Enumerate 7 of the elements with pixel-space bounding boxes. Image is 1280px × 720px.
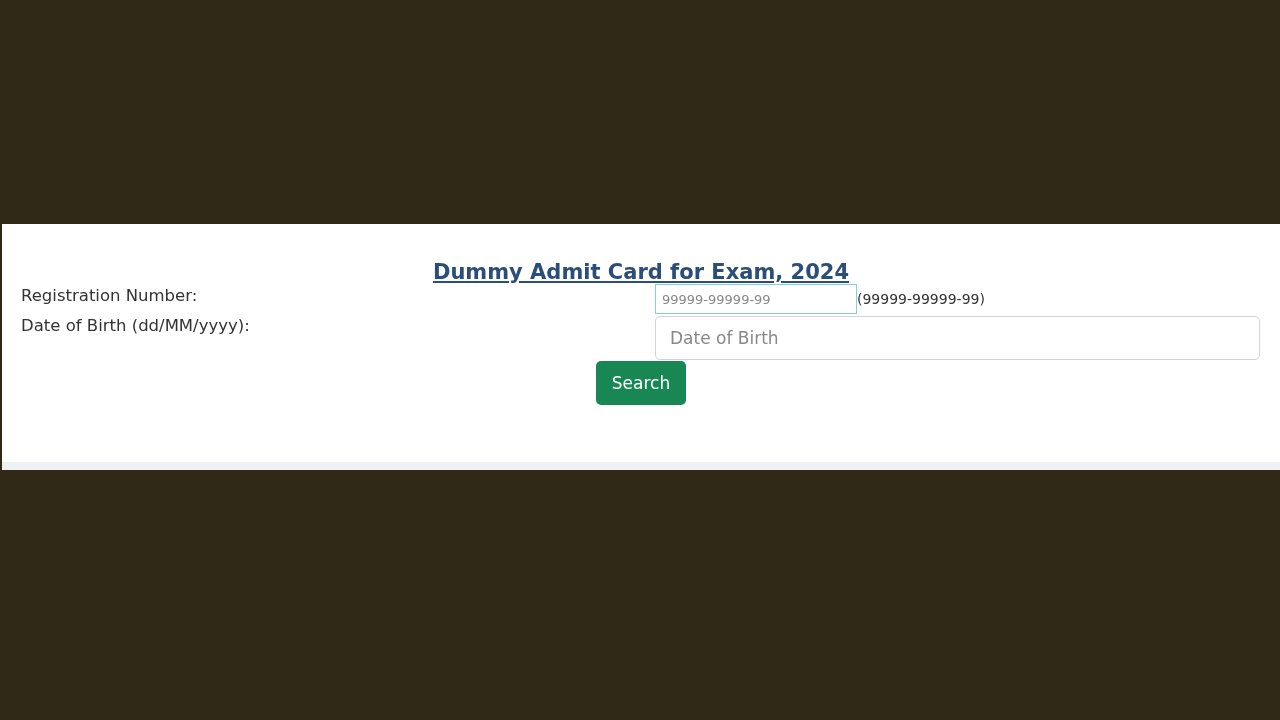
search-button[interactable]: Search	[596, 361, 686, 405]
date-of-birth-field[interactable]: Date of Birth	[655, 316, 1260, 360]
field-label: Date of Birth (dd/MM/yyyy):	[21, 315, 251, 337]
registration-number-field[interactable]: 99999-99999-99	[655, 284, 857, 314]
field-label: Registration Number:	[21, 285, 199, 307]
format-hint: (99999-99999-99)	[857, 291, 985, 307]
form-title: Dummy Admit Card for Exam, 2024	[432, 260, 850, 284]
